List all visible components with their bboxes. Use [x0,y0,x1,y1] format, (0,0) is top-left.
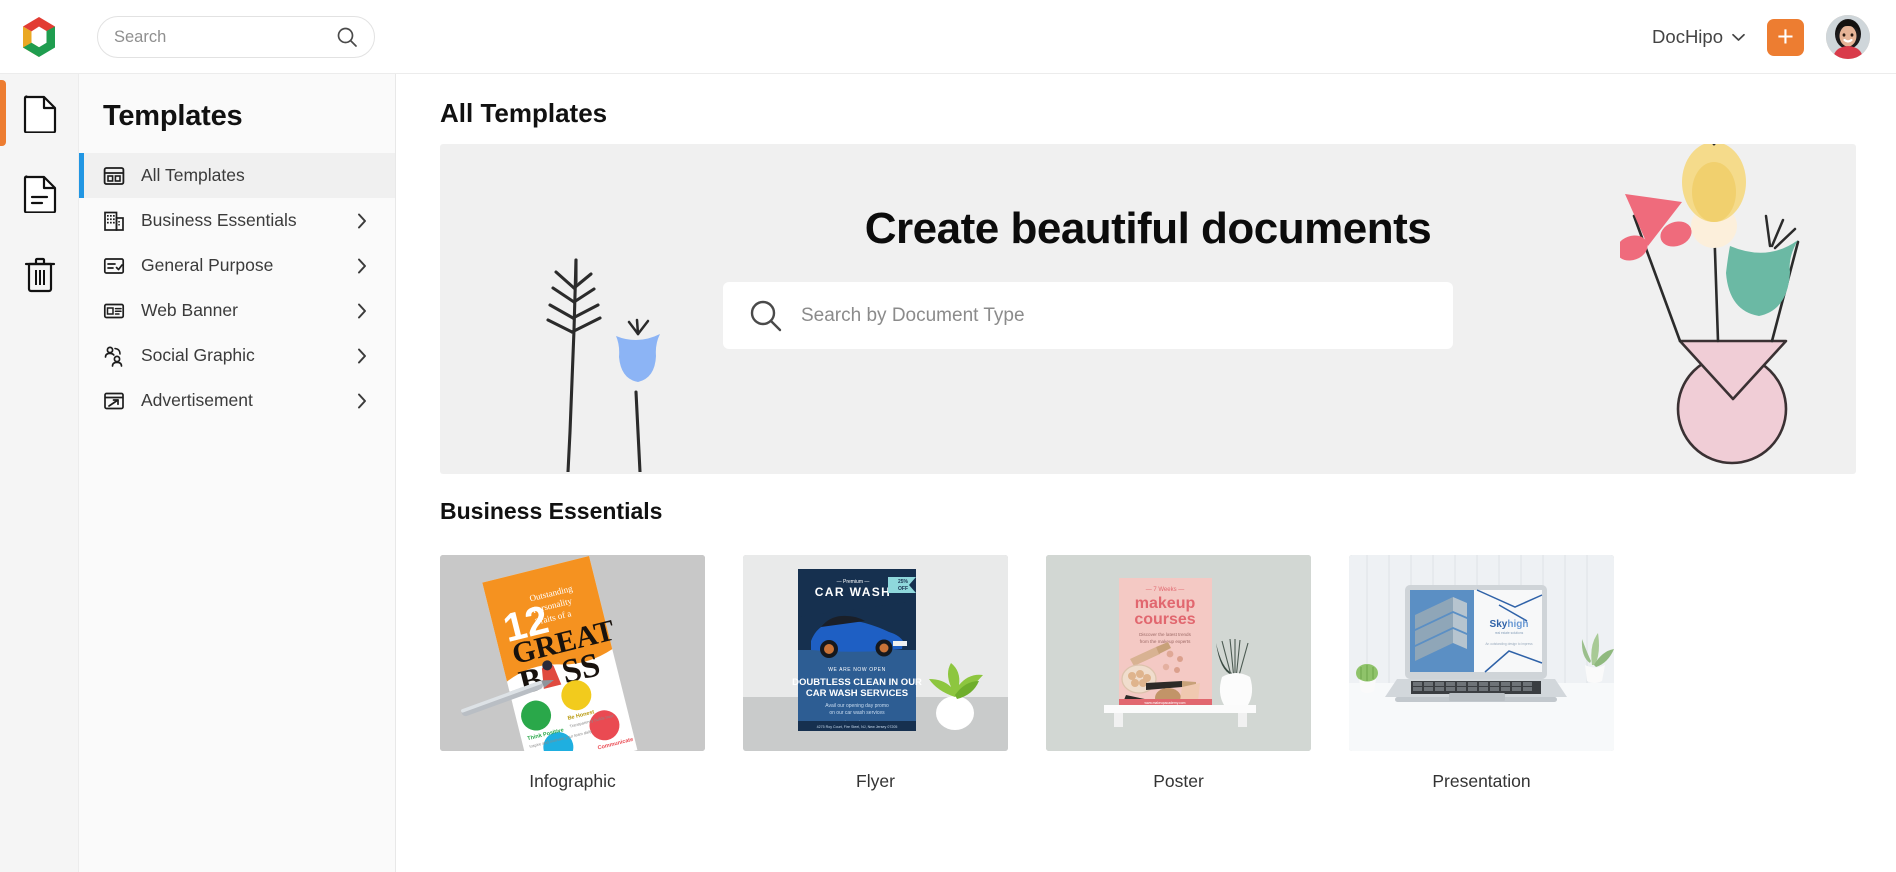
svg-text:CAR WASH: CAR WASH [815,585,892,599]
template-card-row: 12 Outstanding Personality Traits of a G… [440,555,1856,792]
global-search[interactable] [97,16,375,58]
rail-item-new-document[interactable] [0,74,79,154]
svg-text:Skyhigh: Skyhigh [1490,619,1529,630]
sidebar-item-label: Advertisement [141,390,253,410]
avatar[interactable] [1826,15,1870,59]
sidebar-item-label: All Templates [141,165,245,185]
template-thumbnail: — Premium — CAR WASH 25% OFF WE ARE NOW … [743,555,1008,751]
section-title: Business Essentials [440,498,663,524]
sidebar-item-general-purpose[interactable]: General Purpose [79,243,395,288]
dochipo-logo-icon [19,15,59,59]
template-thumbnail: 12 Outstanding Personality Traits of a G… [440,555,705,751]
top-bar: DocHipo + [0,0,1896,74]
template-card-label: Presentation [1432,771,1531,791]
template-card-label: Flyer [856,771,895,791]
hero-heading: Create beautiful documents [864,204,1432,253]
branch-and-blue-flower-illustration [528,232,708,472]
sidebar-title: Templates [103,100,243,132]
svg-text:4275 Roy Court, Fire Steel, NJ: 4275 Roy Court, Fire Steel, NJ, New Jers… [817,725,898,729]
banner-icon [103,300,125,322]
people-icon [103,345,125,367]
template-card-poster[interactable]: — 7 Weeks — makeup courses Discover the … [1046,555,1311,792]
template-card-label: Infographic [529,771,616,791]
svg-text:Discover the latest trends: Discover the latest trends [1139,632,1192,637]
document-lines-icon [23,175,57,213]
template-thumbnail: — 7 Weeks — makeup courses Discover the … [1046,555,1311,751]
svg-text:— 7 Weeks —: — 7 Weeks — [1146,587,1185,593]
template-thumbnail: Skyhigh real estate solutions An outstan… [1349,555,1614,751]
top-bar-right: DocHipo + [1652,0,1870,74]
app-logo[interactable] [0,15,78,59]
template-card-flyer[interactable]: — Premium — CAR WASH 25% OFF WE ARE NOW … [743,555,1008,792]
search-input[interactable] [114,27,336,47]
rail-item-trash[interactable] [0,234,79,314]
account-menu[interactable]: DocHipo [1652,26,1745,48]
create-new-button[interactable]: + [1767,18,1804,56]
document-type-search-input[interactable] [801,304,1427,327]
hero-banner: Create beautiful documents [440,144,1856,474]
svg-text:on our car wash services: on our car wash services [829,710,885,716]
svg-text:courses: courses [1134,611,1195,628]
sidebar-item-all-templates[interactable]: All Templates [79,153,395,198]
sidebar-item-advertisement[interactable]: Advertisement [79,378,395,423]
grid-layout-icon [103,165,125,187]
icon-rail [0,74,79,872]
building-icon [103,210,125,232]
rail-item-my-documents[interactable] [0,154,79,234]
plus-icon: + [1777,21,1794,53]
templates-sidebar: Templates All Templates Business Essenti… [79,74,396,872]
svg-text:makeup: makeup [1135,595,1196,612]
chevron-right-icon [357,258,367,274]
svg-text:OFF: OFF [898,586,908,592]
checklist-icon [103,255,125,277]
svg-text:25%: 25% [898,579,909,585]
chevron-right-icon [357,348,367,364]
svg-text:www.makeupacademy.com: www.makeupacademy.com [1144,701,1185,705]
template-card-infographic[interactable]: 12 Outstanding Personality Traits of a G… [440,555,705,792]
ad-window-icon [103,390,125,412]
svg-text:An outstanding design to impre: An outstanding design to impress [1485,642,1533,646]
chevron-right-icon [357,393,367,409]
account-name: DocHipo [1652,26,1723,47]
main-content: All Templates Create beautiful documents… [397,74,1896,872]
svg-text:DOUBTLESS CLEAN IN OUR: DOUBTLESS CLEAN IN OUR [792,677,922,688]
search-icon [336,26,358,48]
search-icon [749,299,783,333]
sidebar-item-label: General Purpose [141,255,274,275]
sidebar-item-web-banner[interactable]: Web Banner [79,288,395,333]
svg-text:real estate solutions: real estate solutions [1495,631,1524,635]
svg-text:WE ARE NOW OPEN: WE ARE NOW OPEN [828,667,886,673]
chevron-right-icon [357,213,367,229]
blank-document-icon [23,95,57,133]
trash-icon [23,255,57,293]
vase-with-flowers-illustration [1620,144,1850,474]
document-type-search[interactable] [723,282,1453,349]
sidebar-item-social-graphic[interactable]: Social Graphic [79,333,395,378]
chevron-down-icon [1732,33,1745,42]
template-card-label: Poster [1153,771,1204,791]
template-card-presentation[interactable]: Skyhigh real estate solutions An outstan… [1349,555,1614,792]
sidebar-item-business-essentials[interactable]: Business Essentials [79,198,395,243]
page-title: All Templates [440,98,608,128]
chevron-right-icon [357,303,367,319]
sidebar-item-label: Web Banner [141,300,238,320]
app-root: DocHipo + [0,0,1896,872]
svg-text:Avail our opening day promo: Avail our opening day promo [825,703,889,709]
svg-text:CAR WASH SERVICES: CAR WASH SERVICES [806,688,908,699]
sidebar-item-label: Social Graphic [141,345,255,365]
sidebar-item-label: Business Essentials [141,210,297,230]
